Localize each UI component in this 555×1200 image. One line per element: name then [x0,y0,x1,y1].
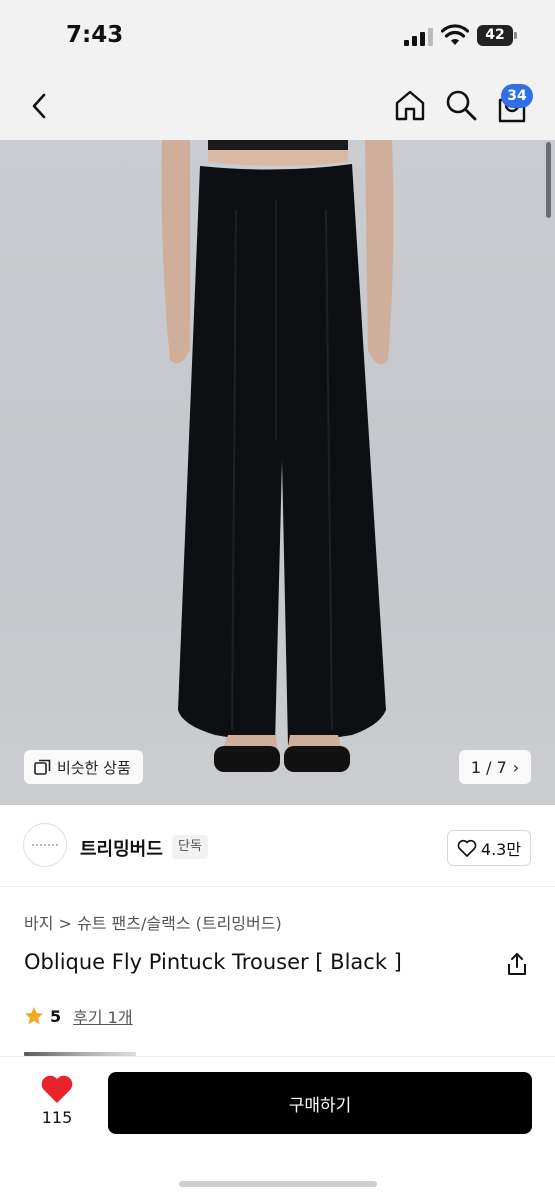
category-breadcrumb[interactable]: 바지 > 슈트 팬츠/슬랙스 (트리밍버드) [24,910,282,934]
buy-button[interactable]: 구매하기 [108,1072,532,1134]
brand-logo[interactable] [23,823,67,867]
page-scrollbar[interactable] [546,142,551,218]
image-page-indicator[interactable]: 1 / 7 › [459,750,531,784]
heart-outline-icon [457,839,477,857]
chevron-right-icon: › [512,757,520,777]
home-icon[interactable] [393,88,427,122]
rating-value: 5 [50,1006,62,1026]
star-icon [25,1007,43,1025]
rating-row: 5 후기 1개 [24,1004,133,1028]
back-icon[interactable] [28,92,52,120]
cellular-signal-icon [404,28,433,46]
brand-like-count: 4.3만 [480,840,522,859]
nav-bar [0,70,555,140]
exclusive-badge: 단독 [172,835,208,859]
battery-icon: 42 [477,25,517,46]
image-page-count: 1 / 7 [470,757,507,777]
product-photo-trousers [161,140,394,772]
battery-cap [514,32,517,39]
cart-count-badge: 34 [501,84,533,108]
status-time: 7:43 [66,22,124,48]
battery-level: 42 [477,25,513,46]
search-icon[interactable] [444,88,478,122]
wishlist-count: 115 [41,1108,73,1127]
status-bar: 7:43 42 [0,0,555,70]
brand-name[interactable]: 트리밍버드 [80,835,163,861]
home-indicator [179,1181,377,1187]
brand-row[interactable]: 트리밍버드 단독 4.3만 [0,805,555,887]
product-image[interactable] [0,140,555,805]
product-title: Oblique Fly Pintuck Trouser [ Black ] [24,950,402,974]
share-icon[interactable] [506,952,528,976]
similar-products-label: 비슷한 상품 [57,758,131,777]
brand-like-button[interactable]: 4.3만 [447,830,531,866]
wifi-icon [441,24,469,45]
review-count-link[interactable]: 후기 1개 [73,1004,132,1028]
heart-filled-icon[interactable] [40,1074,74,1104]
similar-products-button[interactable]: 비슷한 상품 [24,750,143,784]
copy-icon [34,759,51,775]
